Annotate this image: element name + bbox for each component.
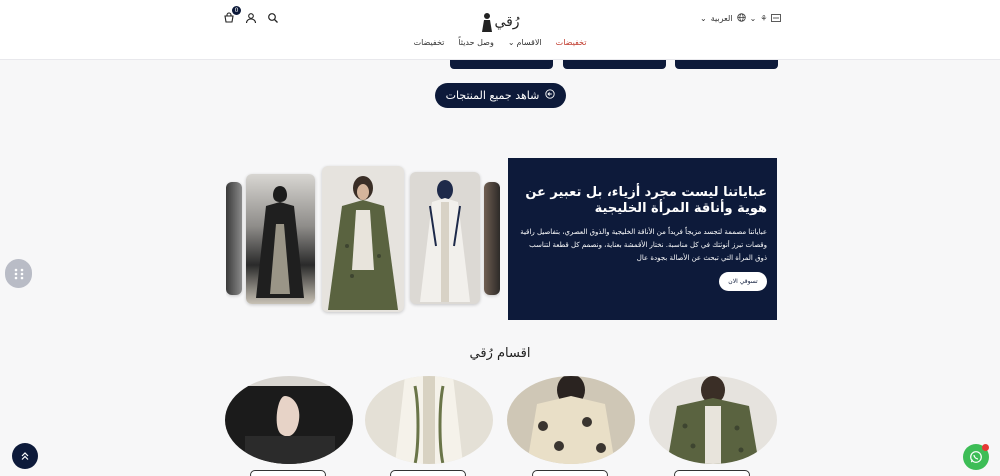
site-header: 0 رُقي ⌄ العربية ⌄ ⚘ تخفيضات الاقسام ⌄ و… bbox=[0, 0, 1000, 60]
brand-story-banner: عباياتنا ليست مجرد أزياء، بل تعبير عن هو… bbox=[508, 158, 777, 320]
whatsapp-icon bbox=[970, 451, 982, 463]
user-icon[interactable] bbox=[244, 11, 258, 25]
main-nav: تخفيضات الاقسام ⌄ وصل حديثاً تخفيضات bbox=[0, 38, 1000, 47]
double-chevron-up-icon bbox=[21, 452, 29, 460]
nav-item-sale[interactable]: تخفيضات bbox=[556, 38, 587, 47]
categories-heading: اقسام رُقي bbox=[469, 346, 531, 361]
carousel-photo bbox=[322, 166, 404, 312]
site-logo[interactable]: رُقي bbox=[480, 8, 522, 36]
cart-icon[interactable]: 0 bbox=[222, 6, 241, 25]
promo-body: عباياتنا مصممة لتجسد مزيجاً فريداً من ال… bbox=[520, 228, 767, 262]
chevron-down-icon: ⌄ bbox=[749, 14, 757, 23]
carousel-photo bbox=[410, 172, 480, 304]
chevron-down-icon: ⌄ bbox=[700, 14, 707, 23]
category-button[interactable] bbox=[390, 470, 466, 476]
currency-icon: ⚘ bbox=[760, 14, 768, 23]
nav-item-categories[interactable]: الاقسام ⌄ bbox=[508, 38, 542, 47]
language-label: العربية bbox=[710, 14, 733, 23]
flag-icon bbox=[771, 13, 782, 24]
abaya-carousel[interactable] bbox=[226, 160, 500, 320]
scroll-to-top-button[interactable] bbox=[12, 443, 38, 469]
grid-dots-icon bbox=[14, 268, 23, 279]
language-switcher[interactable]: ⌄ العربية ⌄ ⚘ bbox=[700, 13, 782, 24]
logo-text: رُقي bbox=[494, 14, 520, 30]
nav-item-new-arrivals[interactable]: وصل حديثاً bbox=[458, 38, 493, 47]
chevron-down-icon: ⌄ bbox=[507, 38, 515, 47]
carousel-photo bbox=[226, 182, 242, 295]
carousel-photo bbox=[484, 182, 500, 295]
category-button[interactable] bbox=[674, 470, 750, 476]
add-to-cart-button[interactable] bbox=[450, 60, 553, 69]
nav-item-sale-2[interactable]: تخفيضات bbox=[414, 38, 445, 47]
notification-badge bbox=[982, 444, 989, 451]
cart-count-badge: 0 bbox=[232, 6, 241, 15]
category-image[interactable] bbox=[507, 376, 635, 464]
add-to-cart-button[interactable] bbox=[563, 60, 666, 69]
add-to-cart-button[interactable] bbox=[675, 60, 778, 69]
search-icon[interactable] bbox=[266, 11, 280, 25]
header-icons: 0 bbox=[222, 6, 280, 25]
carousel-photo bbox=[246, 174, 315, 304]
accessibility-widget[interactable] bbox=[5, 259, 32, 288]
category-button[interactable] bbox=[532, 470, 608, 476]
nav-item-categories-label: الاقسام bbox=[516, 38, 542, 47]
arrow-circle-icon bbox=[545, 89, 555, 102]
category-image[interactable] bbox=[225, 376, 353, 464]
category-button[interactable] bbox=[250, 470, 326, 476]
view-all-label: شاهد جميع المنتجات bbox=[445, 89, 540, 102]
globe-icon bbox=[736, 13, 746, 24]
logo-figure-icon bbox=[482, 13, 493, 32]
shop-now-button[interactable]: تسوقي الان bbox=[719, 272, 767, 291]
view-all-products-button[interactable]: شاهد جميع المنتجات bbox=[435, 83, 566, 108]
category-image[interactable] bbox=[365, 376, 493, 464]
header-top-row: 0 رُقي ⌄ العربية ⌄ ⚘ bbox=[0, 6, 1000, 34]
category-image[interactable] bbox=[649, 376, 777, 464]
promo-title: عباياتنا ليست مجرد أزياء، بل تعبير عن هو… bbox=[525, 185, 767, 216]
